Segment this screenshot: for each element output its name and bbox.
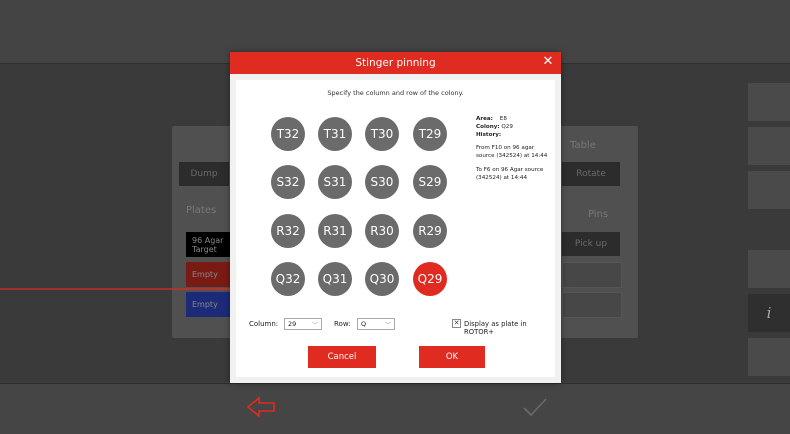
colony-label: Colony: [476, 124, 500, 131]
well-q30[interactable]: Q30 [365, 262, 399, 296]
dialog-title: Stinger pinning [355, 57, 436, 69]
history-entry-2: To F6 on 96 Agar source (342524) at 14:4… [476, 166, 544, 181]
column-select-value: 29 [288, 320, 297, 328]
history-entry-1: From F10 on 96 agar source (342524) at 1… [476, 145, 548, 160]
well-r32[interactable]: R32 [271, 214, 305, 248]
area-value: E8 [499, 116, 507, 122]
dialog-header: Stinger pinning [230, 52, 561, 74]
row-label: Row: [334, 320, 351, 328]
column-label: Column: [249, 320, 279, 328]
history-label: History: [476, 132, 502, 139]
well-r30[interactable]: R30 [365, 214, 399, 248]
colony-info: Area: E8 Colony: Q29 History: From F10 o… [476, 115, 552, 182]
cancel-button[interactable]: Cancel [308, 346, 376, 368]
well-r31[interactable]: R31 [318, 214, 352, 248]
well-q31[interactable]: Q31 [318, 262, 352, 296]
display-as-plate-checkbox[interactable]: ✕ [452, 319, 461, 328]
instruction-text: Specify the column and row of the colony… [327, 89, 464, 97]
well-s30[interactable]: S30 [365, 165, 399, 199]
chevron-down-icon: ﹀ [311, 322, 318, 329]
close-icon[interactable]: ✕ [541, 55, 555, 69]
chevron-down-icon: ﹀ [384, 322, 391, 329]
well-q32[interactable]: Q32 [271, 262, 305, 296]
well-t30[interactable]: T30 [365, 117, 399, 151]
well-t32[interactable]: T32 [271, 117, 305, 151]
well-s29[interactable]: S29 [413, 165, 447, 199]
row-select[interactable]: Q ﹀ [357, 318, 395, 330]
column-select[interactable]: 29 ﹀ [284, 318, 322, 330]
row-select-value: Q [361, 320, 367, 328]
display-as-plate-label: Display as plate in ROTOR+ [464, 320, 527, 336]
well-s32[interactable]: S32 [271, 165, 305, 199]
well-t31[interactable]: T31 [318, 117, 352, 151]
area-label: Area: [476, 116, 493, 122]
well-q29-selected[interactable]: Q29 [413, 262, 447, 296]
stinger-pinning-dialog: Stinger pinning ✕ Specify the column and… [230, 52, 561, 383]
well-r29[interactable]: R29 [413, 214, 447, 248]
colony-value: Q29 [501, 124, 513, 131]
dialog-panel: Specify the column and row of the colony… [236, 80, 555, 377]
well-t29[interactable]: T29 [413, 117, 447, 151]
well-s31[interactable]: S31 [318, 165, 352, 199]
ok-button[interactable]: OK [419, 346, 485, 368]
